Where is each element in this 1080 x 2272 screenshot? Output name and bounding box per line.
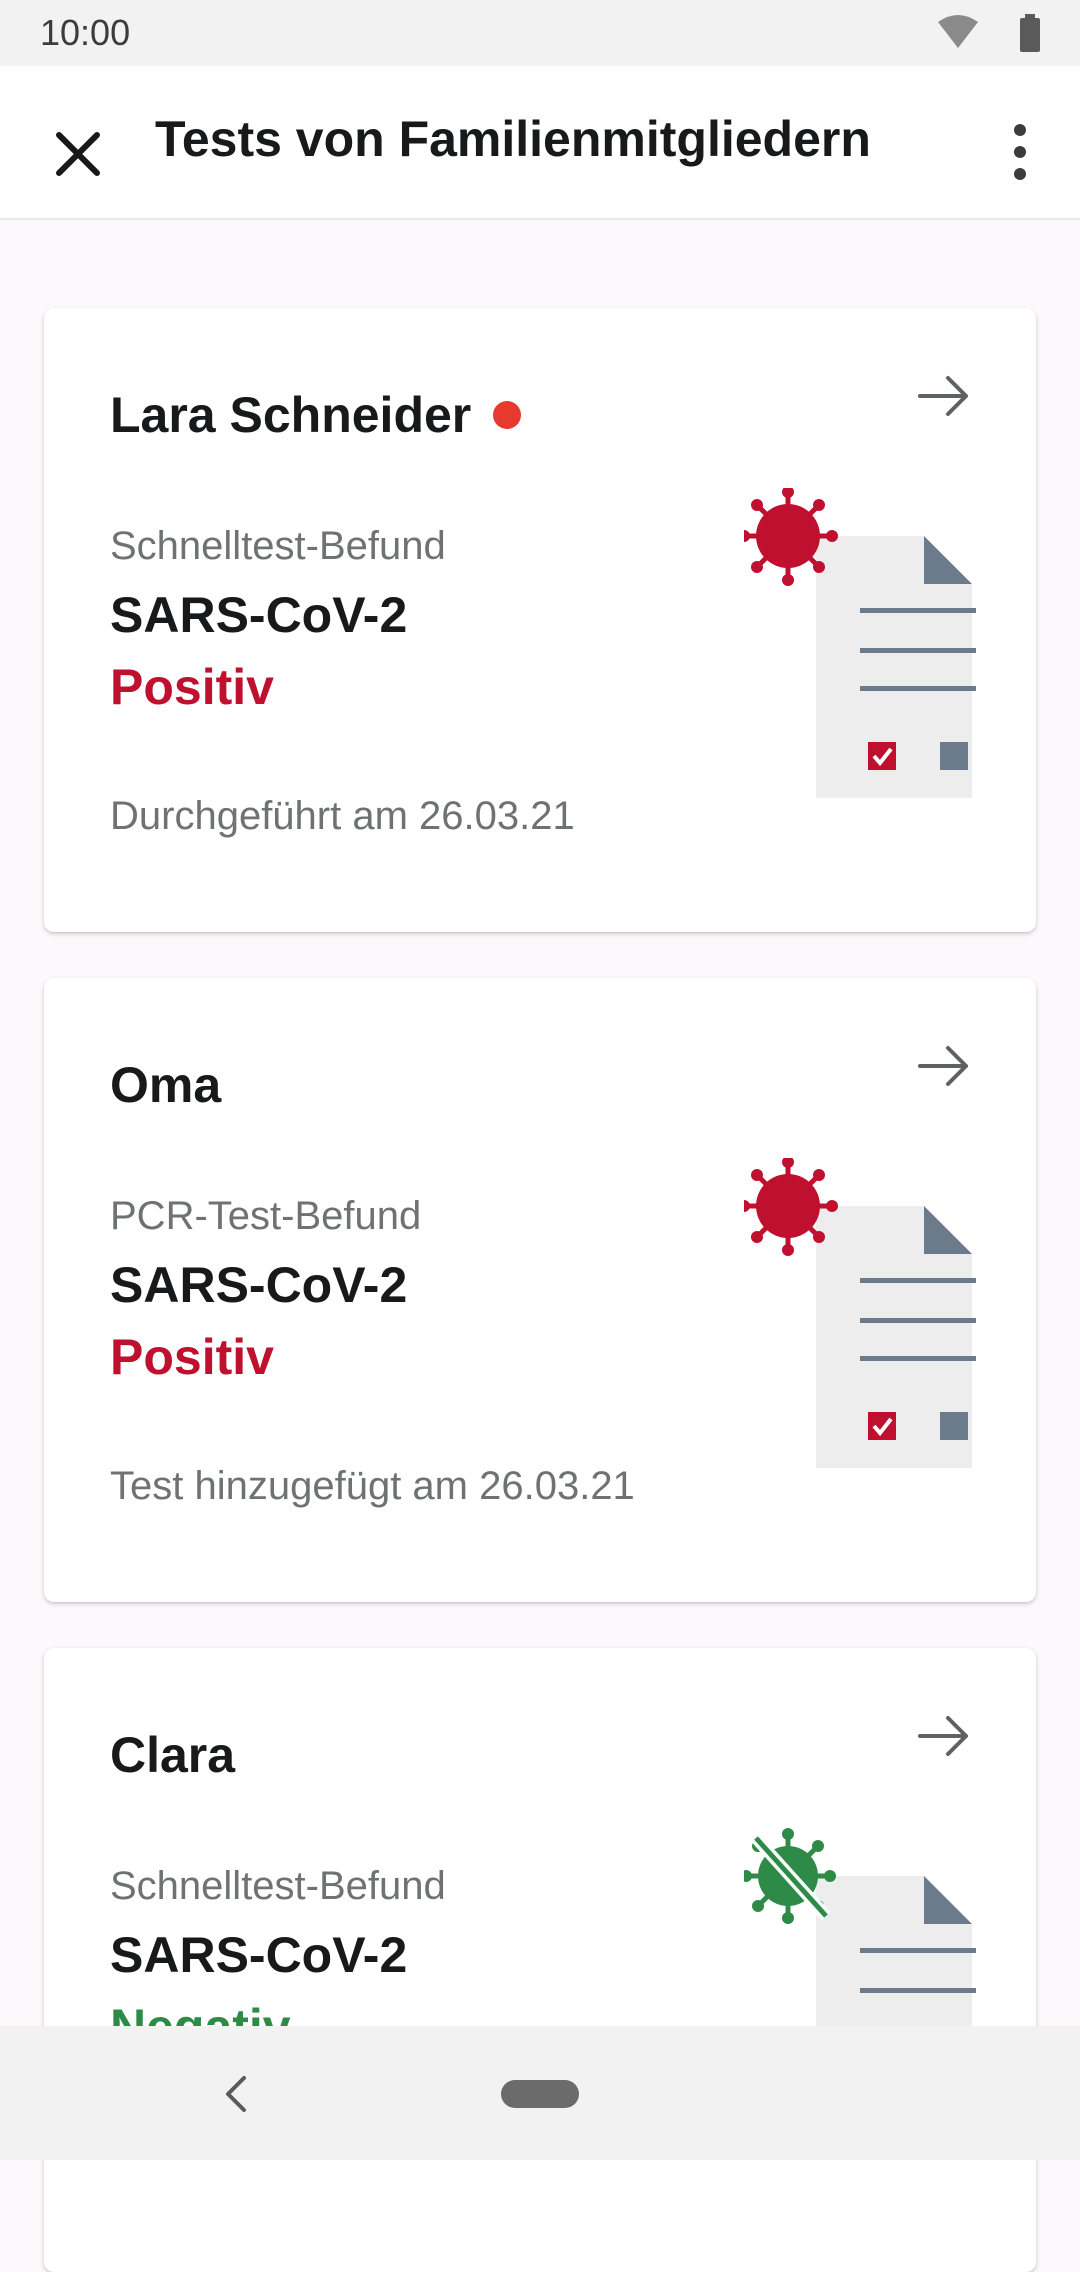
more-vertical-icon[interactable] bbox=[980, 112, 1060, 192]
new-indicator-dot bbox=[493, 400, 522, 429]
positive-test-document-icon bbox=[744, 1158, 976, 1468]
page-title: Tests von Familienmitgliedern bbox=[155, 111, 871, 167]
arrow-right-icon bbox=[918, 1716, 968, 1756]
card-test-type: Schnelltest-Befund bbox=[110, 1864, 446, 1908]
system-nav-bar bbox=[0, 2026, 1080, 2160]
family-test-card[interactable]: Clara Schnelltest-Befund SARS-CoV-2 Nega… bbox=[44, 1648, 1036, 2272]
card-result: Positiv bbox=[110, 1329, 274, 1385]
card-date: Durchgeführt am 26.03.21 bbox=[110, 794, 575, 838]
home-pill-icon[interactable] bbox=[501, 2080, 579, 2108]
positive-test-document-icon bbox=[744, 488, 976, 798]
card-member-name: Clara bbox=[110, 1727, 236, 1783]
card-disease: SARS-CoV-2 bbox=[110, 587, 408, 643]
status-icons bbox=[938, 14, 1040, 52]
close-icon[interactable] bbox=[40, 116, 116, 192]
family-test-card[interactable]: Oma PCR-Test-Befund SARS-CoV-2 Positiv T… bbox=[44, 978, 1036, 1602]
battery-icon bbox=[1020, 18, 1040, 52]
card-result: Positiv bbox=[110, 659, 274, 715]
card-member-name: Oma bbox=[110, 1057, 222, 1113]
app-bar: Tests von Familienmitgliedern bbox=[0, 66, 1080, 220]
card-disease: SARS-CoV-2 bbox=[110, 1927, 408, 1983]
arrow-right-icon bbox=[918, 376, 968, 416]
card-disease: SARS-CoV-2 bbox=[110, 1257, 408, 1313]
family-test-card[interactable]: Lara Schneider Schnelltest-Befund SARS-C… bbox=[44, 308, 1036, 932]
status-time: 10:00 bbox=[40, 12, 131, 53]
card-date: Test hinzugefügt am 26.03.21 bbox=[110, 1464, 635, 1508]
card-test-type: PCR-Test-Befund bbox=[110, 1194, 422, 1238]
arrow-right-icon bbox=[918, 1046, 968, 1086]
wifi-icon bbox=[938, 15, 978, 48]
card-member-name: Lara Schneider bbox=[110, 386, 522, 444]
status-bar: 10:00 bbox=[0, 0, 1080, 66]
back-chevron-icon[interactable] bbox=[216, 2072, 256, 2116]
card-test-type: Schnelltest-Befund bbox=[110, 524, 446, 568]
